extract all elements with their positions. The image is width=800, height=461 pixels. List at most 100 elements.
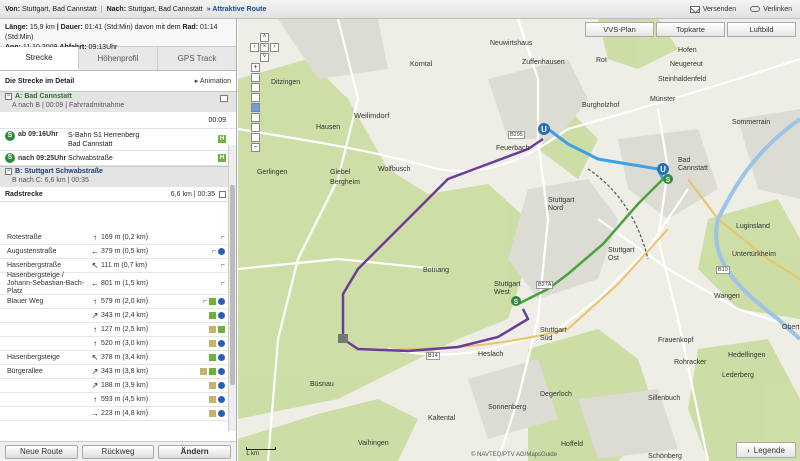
turn-row[interactable]: ↑ 520 m (3,0 km) bbox=[0, 337, 229, 351]
turn-arrow-icon: ← bbox=[91, 279, 99, 288]
surface-icon bbox=[209, 396, 216, 403]
animation-link[interactable]: ▸ Animation bbox=[195, 77, 231, 85]
legend-button[interactable]: › Legende bbox=[736, 442, 796, 458]
marker-bad-cannstatt[interactable]: U bbox=[657, 163, 669, 175]
turn-row[interactable]: ↗ 188 m (3,9 km) bbox=[0, 379, 229, 393]
turn-row[interactable]: ↗ 343 m (2,4 km) bbox=[0, 309, 229, 323]
print-icon[interactable] bbox=[220, 95, 228, 102]
map-copyright: © NAVTEQ/PTV AG/MapsGuide bbox=[471, 452, 558, 458]
tab-hoehenprofil[interactable]: Höhenprofil bbox=[79, 47, 158, 70]
radstrecke-summary: 6,6 km | 00:35 bbox=[170, 190, 215, 198]
pan-right-icon[interactable]: › bbox=[270, 43, 279, 52]
collapse-icon[interactable]: − bbox=[5, 93, 12, 100]
turn-row[interactable]: Bürgerallee ↗ 343 m (3,8 km) bbox=[0, 365, 229, 379]
marker-start-s[interactable]: S bbox=[663, 174, 673, 184]
send-label: Versenden bbox=[702, 5, 737, 13]
map-label: Münster bbox=[650, 96, 676, 103]
link-button[interactable]: Verlinken bbox=[750, 6, 792, 13]
pan-left-icon[interactable]: ‹ bbox=[250, 43, 259, 52]
bike-label: Rad: bbox=[182, 24, 199, 31]
scale-bar bbox=[246, 447, 276, 450]
turn-surface-icons bbox=[171, 326, 229, 333]
turn-row[interactable]: ↑ 593 m (4,5 km) bbox=[0, 393, 229, 407]
map-label: Gerlingen bbox=[257, 169, 288, 176]
zoom-level[interactable] bbox=[251, 83, 260, 92]
turn-surface-icons: ⌐ bbox=[171, 280, 229, 287]
pan-down-icon[interactable]: ˅ bbox=[260, 53, 269, 62]
change-button[interactable]: Ändern bbox=[158, 444, 232, 459]
marker-feuerbach[interactable]: U bbox=[538, 123, 550, 135]
scrollbar-thumb[interactable] bbox=[230, 185, 235, 385]
map-view[interactable]: U U S S Ditzingen Korntal Neuwirtshaus Z… bbox=[238, 19, 800, 461]
map-label: Bad Cannstatt bbox=[678, 157, 708, 172]
turn-row[interactable]: Rotestraße ↑ 169 m (0,2 km) ⌐ bbox=[0, 231, 229, 245]
return-route-button[interactable]: Rückweg bbox=[81, 444, 155, 459]
duration-value: 01:41 bbox=[84, 24, 103, 31]
map-label: Frauenkopf bbox=[658, 337, 694, 344]
traffic-icon: ⌐ bbox=[220, 234, 225, 241]
duration-label: | Dauer: bbox=[56, 24, 83, 31]
map-label: Stuttgart West bbox=[494, 281, 521, 296]
map-label: Korntal bbox=[410, 61, 433, 68]
turn-row[interactable]: → 223 m (4,8 km) bbox=[0, 407, 229, 421]
radstrecke-header: Radstrecke 6,6 km | 00:35 bbox=[0, 187, 236, 202]
map-label: Hausen bbox=[316, 124, 341, 131]
map-label: Botnang bbox=[423, 267, 450, 274]
zoom-level[interactable] bbox=[251, 73, 260, 82]
zoom-level[interactable] bbox=[251, 113, 260, 122]
map-label: Steinhaldenfeld bbox=[658, 76, 707, 83]
map-label: Sonnenberg bbox=[488, 404, 527, 411]
tab-strecke[interactable]: Strecke bbox=[0, 47, 79, 70]
scrollbar[interactable] bbox=[228, 145, 236, 431]
tab-luftbild[interactable]: Luftbild bbox=[727, 22, 796, 37]
section-a-sub: A nach B | 00:09 | Fahrradmitnahme bbox=[12, 102, 125, 109]
surface-icon bbox=[209, 410, 216, 417]
section-a-time-row: 00:09 bbox=[0, 112, 236, 129]
s-bahn-icon: S bbox=[5, 131, 15, 141]
turn-distance: 188 m (3,9 km) bbox=[101, 382, 149, 389]
tab-topkarte[interactable]: Topkarte bbox=[656, 22, 725, 37]
turn-row[interactable]: Hasenbergsteige ↖ 378 m (3,4 km) bbox=[0, 351, 229, 365]
turn-arrow-icon: ↑ bbox=[93, 233, 97, 242]
tab-vvs-plan[interactable]: VVS-Plan bbox=[585, 22, 654, 37]
section-b-title-row: − B: Stuttgart Schwabstraße bbox=[5, 168, 231, 175]
zoom-out-icon[interactable]: − bbox=[251, 143, 260, 152]
attractive-route-link[interactable]: » Attraktive Route bbox=[207, 6, 267, 13]
map-label: Zuffenhausen bbox=[522, 59, 565, 66]
bike-marker[interactable] bbox=[338, 334, 348, 343]
turn-row[interactable]: Blauer Weg ↑ 579 m (2,0 km) ⌐ bbox=[0, 295, 229, 309]
turn-row[interactable]: ↑ 127 m (2,5 km) bbox=[0, 323, 229, 337]
pan-up-icon[interactable]: ˄ bbox=[260, 33, 269, 42]
section-a-title: A: Bad Cannstatt bbox=[15, 93, 72, 100]
marker-schwabstrasse[interactable]: S bbox=[511, 296, 521, 306]
turn-arrow-icon: ↑ bbox=[93, 339, 97, 348]
map-label: Feuerbach bbox=[496, 145, 530, 152]
radstrecke-summary-wrap: 6,6 km | 00:35 bbox=[170, 190, 231, 198]
tab-gps-track[interactable]: GPS Track bbox=[158, 47, 236, 70]
turn-surface-icons bbox=[171, 382, 229, 389]
print-icon[interactable] bbox=[219, 190, 226, 198]
turn-distance: 378 m (3,4 km) bbox=[101, 354, 149, 361]
collapse-icon[interactable]: − bbox=[5, 168, 12, 175]
zoom-level-current[interactable] bbox=[251, 103, 260, 112]
traffic-icon: ⌐ bbox=[211, 248, 216, 255]
pan-reset-icon[interactable]: × bbox=[260, 43, 269, 52]
zoom-level[interactable] bbox=[251, 133, 260, 142]
zoom-level[interactable] bbox=[251, 93, 260, 102]
map-scale: 1 km bbox=[246, 447, 276, 457]
turn-distance: 223 m (4,8 km) bbox=[101, 410, 149, 417]
zoom-level[interactable] bbox=[251, 123, 260, 132]
turn-arrow-icon: ↖ bbox=[91, 353, 99, 362]
length-label: Länge: bbox=[5, 24, 28, 31]
map-label: Sillenbuch bbox=[648, 395, 681, 402]
new-route-button[interactable]: Neue Route bbox=[5, 444, 78, 459]
turn-row[interactable]: Hasenbergsteige / Johann-Sebastian-Bach-… bbox=[0, 272, 229, 295]
turn-row[interactable]: Augustenstraße ← 379 m (0,5 km) ⌐ bbox=[0, 245, 229, 259]
map-label: Weilimdorf bbox=[354, 111, 390, 120]
turn-street: Augustenstraße bbox=[7, 247, 57, 255]
send-button[interactable]: Versenden bbox=[689, 5, 737, 13]
surface-icon bbox=[209, 326, 216, 333]
to-label: Nach: bbox=[106, 5, 127, 13]
bike-lane-icon bbox=[209, 368, 216, 375]
zoom-in-icon[interactable]: + bbox=[251, 63, 260, 72]
